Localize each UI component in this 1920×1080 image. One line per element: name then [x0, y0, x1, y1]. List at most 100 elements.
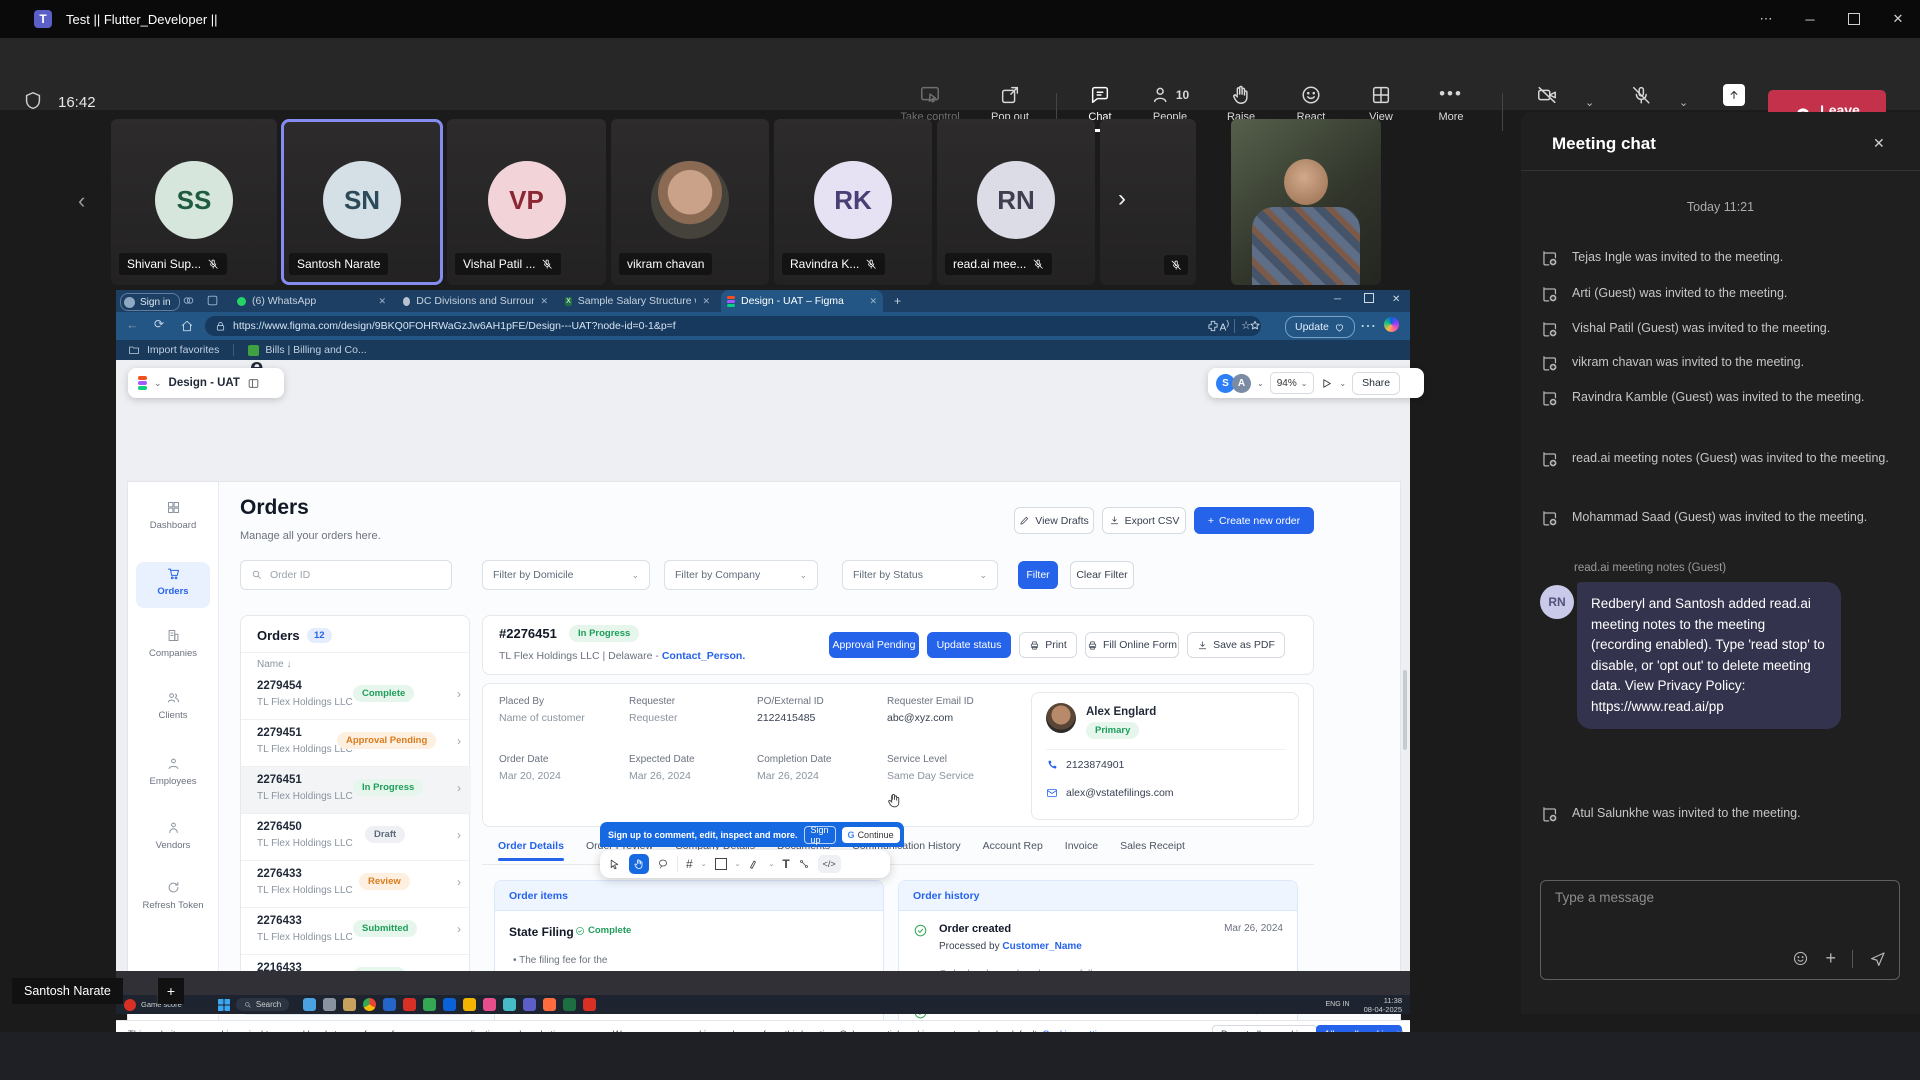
bookmark-item[interactable]: Import favorites	[147, 344, 219, 356]
refresh-icon[interactable]: ⟳	[154, 317, 164, 331]
browser-tab[interactable]: (6) WhatsApp✕	[231, 290, 392, 312]
tiles-scroll-left-chevron[interactable]: ‹	[78, 188, 85, 214]
browser-tab[interactable]: X Sample Salary Structure with calc✕	[559, 290, 716, 312]
tab-close-icon[interactable]: ✕	[378, 296, 386, 307]
pop-out-button[interactable]: Pop out	[977, 84, 1043, 123]
browser-menu-icon[interactable]: ⋯	[1360, 316, 1377, 336]
chat-close-icon[interactable]: ✕	[1873, 135, 1885, 152]
chat-message-input[interactable]	[1553, 889, 1877, 906]
tab-account-rep[interactable]: Account Rep	[983, 840, 1043, 852]
send-icon[interactable]	[1869, 950, 1887, 968]
pen-tool-icon[interactable]	[748, 858, 760, 870]
contact-email[interactable]: alex@vstatefilings.com	[1046, 787, 1174, 799]
save-as-pdf-button[interactable]: Save as PDF	[1187, 632, 1285, 658]
copilot-icon[interactable]	[1384, 317, 1399, 332]
tab-search-icon[interactable]	[206, 294, 219, 307]
connector-tool-icon[interactable]	[798, 858, 810, 870]
browser-tab[interactable]: DC Divisions and Surroundings✕	[397, 290, 554, 312]
contact-phone[interactable]: 2123874901	[1046, 759, 1124, 771]
name-column-header[interactable]: Name ↓	[257, 659, 291, 670]
participant-tile[interactable]: vikram chavan	[611, 119, 769, 285]
order-row[interactable]: 2276433TL Flex Holdings LLC Review›	[241, 861, 471, 908]
approval-pending-button[interactable]: Approval Pending	[829, 632, 919, 658]
taskbar-app-icon[interactable]	[463, 998, 476, 1011]
view-drafts-button[interactable]: View Drafts	[1014, 507, 1094, 534]
raise-hand-button[interactable]: Raise	[1208, 84, 1274, 123]
tab-invoice[interactable]: Invoice	[1065, 840, 1098, 852]
window-minimize-icon[interactable]: ─	[1788, 0, 1832, 38]
tab-order-details[interactable]: Order Details	[498, 840, 564, 852]
taskbar-app-icon[interactable]	[443, 998, 456, 1011]
order-row[interactable]: 2276433TL Flex Holdings LLC Submitted›	[241, 908, 471, 955]
update-status-button[interactable]: Update status	[927, 632, 1011, 658]
tab-sales-receipt[interactable]: Sales Receipt	[1120, 840, 1185, 852]
read-aloud-icon[interactable]: A)	[1220, 318, 1229, 333]
chat-input-box[interactable]: +	[1540, 880, 1900, 980]
fill-online-form-button[interactable]: Fill Online Form	[1085, 632, 1179, 658]
canvas-scrollbar[interactable]	[1403, 670, 1407, 750]
tab-close-icon[interactable]: ✕	[702, 296, 710, 307]
shared-lang-indicator[interactable]: ENG IN	[1326, 1001, 1350, 1009]
present-play-icon[interactable]	[1320, 377, 1333, 390]
sidebar-item-refresh-token[interactable]: Refresh Token	[128, 880, 218, 911]
browser-sign-in-button[interactable]: Sign in	[120, 293, 180, 311]
customer-name-link[interactable]: Customer_Name	[1002, 941, 1081, 952]
back-icon[interactable]: ←	[126, 317, 139, 332]
order-row-selected[interactable]: 2276451TL Flex Holdings LLC In Progress›	[241, 767, 471, 814]
taskbar-app-icon[interactable]	[583, 998, 596, 1011]
order-row[interactable]: 2279454TL Flex Holdings LLC Complete›	[241, 673, 471, 720]
view-button[interactable]: View	[1348, 84, 1414, 123]
create-new-order-button[interactable]: + Create new order	[1194, 507, 1314, 534]
filter-domicile-select[interactable]: Filter by Domicile⌄	[482, 560, 650, 590]
dev-mode-icon[interactable]: </>	[818, 855, 841, 873]
collections-star-icon[interactable]	[1248, 319, 1262, 333]
people-button[interactable]: 10 People	[1137, 84, 1203, 123]
sidebar-item-clients[interactable]: Clients	[128, 690, 218, 721]
start-icon[interactable]	[218, 999, 230, 1011]
move-tool-icon[interactable]	[608, 858, 621, 871]
camera-options-chevron[interactable]: ⌄	[1585, 96, 1594, 109]
shape-tool-icon[interactable]	[715, 858, 727, 870]
taskbar-app-icon[interactable]	[383, 998, 396, 1011]
hand-tool-selected[interactable]	[629, 854, 649, 874]
sidebar-item-vendors[interactable]: Vendors	[128, 820, 218, 851]
taskbar-app-icon[interactable]	[343, 998, 356, 1011]
browser-tab-active[interactable]: Design - UAT – Figma✕	[721, 290, 883, 312]
taskbar-app-icon[interactable]	[563, 998, 576, 1011]
extensions-icon[interactable]	[1206, 319, 1220, 333]
taskbar-app-icon[interactable]	[323, 998, 336, 1011]
order-row[interactable]: 2279451TL Flex Holdings LLC Approval Pen…	[241, 720, 471, 767]
taskbar-app-icon[interactable]	[503, 998, 516, 1011]
sign-up-button[interactable]: Sign up	[804, 826, 836, 844]
taskbar-app-icon[interactable]	[363, 998, 376, 1011]
presenter-tag-expand-button[interactable]: +	[157, 978, 184, 1004]
bookmark-item[interactable]: Bills | Billing and Co...	[265, 344, 366, 356]
sidebar-item-dashboard[interactable]: Dashboard	[128, 500, 218, 531]
react-button[interactable]: React	[1278, 84, 1344, 123]
emoji-icon[interactable]	[1792, 950, 1809, 967]
browser-maximize-icon[interactable]	[1364, 293, 1374, 303]
window-close-icon[interactable]: ✕	[1876, 0, 1920, 38]
chevron-down-icon[interactable]: ⌄	[1257, 379, 1264, 388]
zoom-level-control[interactable]: 94%⌄	[1270, 372, 1315, 394]
collaborator-avatar[interactable]: A	[1232, 374, 1251, 393]
figma-share-button[interactable]: Share	[1352, 372, 1400, 395]
tab-close-icon[interactable]: ✕	[869, 296, 877, 307]
order-row[interactable]: 2276450TL Flex Holdings LLC Draft›	[241, 814, 471, 861]
figma-file-menu[interactable]: ⌄ Design - UAT	[128, 368, 284, 398]
export-csv-button[interactable]: Export CSV	[1102, 507, 1186, 534]
game-score-widget-icon[interactable]	[124, 999, 136, 1011]
order-id-search-input[interactable]: Order ID	[240, 560, 452, 590]
browser-minimize-icon[interactable]: ─	[1334, 294, 1341, 305]
sidebar-item-companies[interactable]: Companies	[128, 628, 218, 659]
clear-filter-button[interactable]: Clear Filter	[1070, 561, 1134, 589]
participant-tile[interactable]: VP Vishal Patil ...	[447, 119, 606, 285]
text-tool-icon[interactable]: T	[782, 857, 789, 871]
browser-update-button[interactable]: Update	[1285, 316, 1355, 338]
region-tool-icon[interactable]: #	[686, 857, 693, 871]
contact-person-link[interactable]: Contact_Person.	[662, 650, 745, 662]
taskbar-app-icon[interactable]	[523, 998, 536, 1011]
shared-search-box[interactable]: Search	[236, 998, 289, 1011]
print-button[interactable]: Print	[1019, 632, 1077, 658]
address-bar[interactable]: https://www.figma.com/design/9BKQ0FOHRWa…	[205, 316, 1261, 336]
